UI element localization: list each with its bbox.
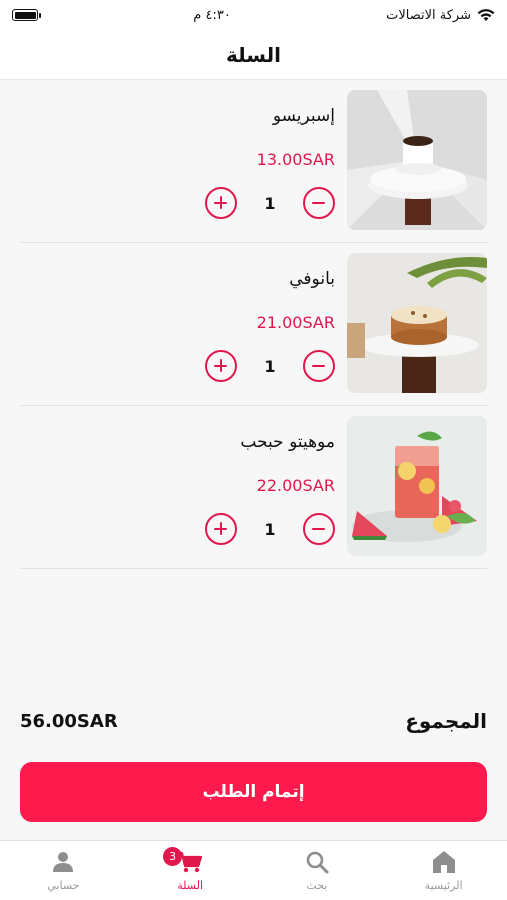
checkout-button[interactable]: إتمام الطلب [20,762,487,822]
item-price: 22.00SAR [256,476,335,495]
wifi-icon [477,9,495,21]
status-left [12,9,41,21]
cart-item-banoffee: بانوفي 21.00SAR 1 [20,243,487,406]
quantity-value: 1 [264,356,276,376]
item-name: موهيتو حبحب [240,432,335,452]
nav-item-account[interactable]: حسابي [0,841,127,900]
quantity-value: 1 [264,193,276,213]
increase-button[interactable] [205,350,237,382]
total-amount: 56.00SAR [20,710,118,732]
nav-label: الرئيسية [424,879,463,892]
decrease-button[interactable] [303,187,335,219]
increase-button[interactable] [205,513,237,545]
status-bar: ٤:٣٠ م شركة الاتصالات [0,0,507,30]
nav-item-search[interactable]: بحث [254,841,381,900]
cart-badge: 3 [163,847,183,866]
item-image [347,90,487,230]
bottom-nav: حسابي 3 السلة بحث الرئيسية [0,840,507,900]
total-label: المجموع [405,709,487,733]
quantity-stepper: 1 [205,186,335,220]
item-image [347,416,487,556]
battery-icon [12,9,41,21]
carrier-name: شركة الاتصالات [386,7,471,23]
user-icon [53,852,74,872]
status-time: ٤:٣٠ م [193,7,231,23]
quantity-stepper: 1 [205,349,335,383]
total-row: 56.00SAR المجموع [20,703,487,739]
item-image [347,253,487,393]
increase-button[interactable] [205,187,237,219]
nav-item-cart[interactable]: 3 السلة [127,841,254,900]
item-name: بانوفي [289,269,335,289]
home-icon [432,851,455,873]
nav-label: حسابي [47,879,80,892]
item-price: 13.00SAR [256,150,335,169]
status-right: شركة الاتصالات [386,8,495,23]
quantity-stepper: 1 [205,512,335,546]
page-title: السلة [225,42,281,67]
nav-label: بحث [306,879,328,892]
header: السلة [0,30,507,80]
cart-item-watermelon-mojito: موهيتو حبحب 22.00SAR 1 [20,406,487,569]
cart-item-espresso: إسبريسو 13.00SAR 1 [20,80,487,243]
banoffee-image [347,253,487,393]
mojito-image [347,416,487,556]
nav-label: السلة [177,879,203,892]
espresso-image [347,90,487,230]
item-name: إسبريسو [272,106,335,126]
quantity-value: 1 [264,519,276,539]
item-price: 21.00SAR [256,313,335,332]
decrease-button[interactable] [303,350,335,382]
search-icon [306,851,329,874]
decrease-button[interactable] [303,513,335,545]
nav-item-home[interactable]: الرئيسية [380,841,507,900]
